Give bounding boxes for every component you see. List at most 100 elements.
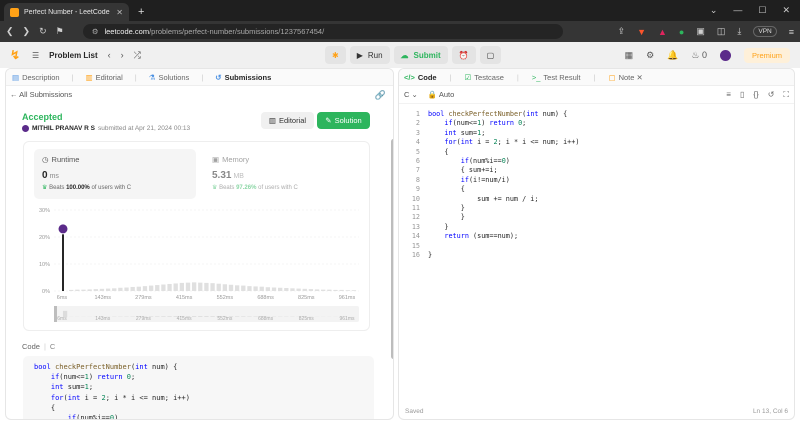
runtime-unit: ms [49,173,59,180]
tab-description[interactable]: ▤ Description [12,73,60,82]
reload-icon[interactable]: ↻ [39,26,47,37]
notifications-icon[interactable]: 🔔 [667,50,678,61]
chart-bar [284,288,289,291]
x-tick-label: 279ms [135,295,152,301]
runtime-beats: ♛ Beats 100.00% of users with C [42,185,132,191]
runtime-value: 0 [42,170,48,181]
brave-shield-icon[interactable]: ▼ [637,27,646,37]
language-select[interactable]: C ⌄ [404,90,418,99]
tab-solutions[interactable]: ⚗ Solutions [149,73,190,82]
edit-icon: ✎ [325,116,332,125]
flask-icon: ⚗ [148,72,156,82]
chart-bar [345,290,350,291]
code-editor[interactable]: 1 bool checkPerfectNumber(int num) {2 if(… [399,107,794,397]
memory-card[interactable]: ▣ Memory 5.31 MB ♛ Beats 97.26% of users w… [204,149,354,199]
url-field[interactable]: ⚙ leetcode.com/problems/perfect-number/s… [82,24,563,39]
browser-tab[interactable]: Perfect Number - LeetCode ✕ [4,3,129,21]
vpn-button[interactable]: VPN [753,26,777,37]
chart-bar [204,282,209,291]
close-window-icon[interactable]: ✕ [782,5,790,16]
bookmark-icon[interactable]: ▯ [740,90,744,100]
chevron-down-icon[interactable]: ⌄ [710,5,718,16]
code-line: if(num<=1) return 0; [444,119,527,128]
user-avatar[interactable] [22,125,29,132]
notes-button[interactable]: ▢ [479,46,502,64]
bookmark-icon[interactable]: ⚑ [56,26,64,37]
close-tab-icon[interactable]: ✕ [116,8,123,17]
site-info-icon[interactable]: ⚙ [92,27,99,36]
all-submissions-link[interactable]: ← All Submissions [10,90,72,99]
chevron-down-icon: ⌄ [411,90,418,99]
back-icon[interactable]: ❮ [6,26,14,37]
chart-bar [130,286,135,291]
mini-bar [167,316,172,317]
download-icon[interactable]: ⤓ [737,26,741,37]
tab-testcase[interactable]: ☑ Testcase [465,73,504,82]
forward-icon[interactable]: ❯ [23,26,31,37]
wallet-icon[interactable]: ▣ [696,26,705,37]
new-tab-icon[interactable]: + [138,6,144,18]
extensions-icon[interactable]: ● [679,27,684,37]
prev-problem-icon[interactable]: ‹ [108,50,111,60]
layout-icon[interactable]: ▦ [625,50,634,61]
share-icon[interactable]: ⇪ [618,26,626,37]
fire-icon: ♨ [691,49,700,60]
mini-bar [204,316,209,317]
chart-bar [167,283,172,291]
tab-editorial[interactable]: ▥ Editorial [86,73,123,82]
submit-button[interactable]: ☁ Submit [393,46,448,64]
sidebar-icon[interactable]: ◫ [717,26,726,37]
debug-button[interactable]: ✱ [325,46,346,64]
minimize-icon[interactable]: — [733,5,742,16]
auto-mode[interactable]: 🔒 Auto [428,90,454,99]
editorial-button[interactable]: ▥ Editorial [261,112,314,129]
user-marker-avatar [57,223,69,235]
tab-note[interactable]: ▢ Note ✕ [608,73,642,82]
lock-icon: 🔒 [427,90,438,99]
trophy-icon: ♛ [212,185,218,191]
shuffle-icon[interactable]: ⤮ [134,50,141,61]
braces-icon[interactable]: {} [753,90,758,100]
link-icon[interactable]: 🔗 [375,90,386,101]
fullscreen-icon[interactable]: ⛶ [783,90,789,100]
settings-icon[interactable]: ⚙ [646,50,654,61]
reset-icon[interactable]: ↺ [768,90,775,100]
tab-test-result[interactable]: >_ Test Result [532,73,581,82]
clock-icon: ◷ [42,155,49,164]
tab-submissions[interactable]: ↺ Submissions [215,73,271,82]
code-line: { [428,147,449,156]
close-icon[interactable]: ✕ [637,73,643,82]
line-number: 8 [415,175,420,184]
scrollbar[interactable] [391,139,393,359]
next-problem-icon[interactable]: › [121,50,124,60]
timer-button[interactable]: ⏰ [451,46,476,64]
leetcode-logo-icon[interactable]: ↯ [10,48,22,62]
history-icon: ↺ [215,72,222,82]
menu-icon[interactable]: ≡ [789,27,794,37]
run-button[interactable]: ▶ Run [349,46,390,64]
brave-rewards-icon[interactable]: ▲ [658,27,667,37]
username[interactable]: MITHIL PRANAV R S [32,125,95,132]
chart-bar [278,287,283,291]
mini-bar [198,316,203,317]
mini-x-tick-label: 825ms [299,316,315,322]
code-snippet: bool checkPerfectNumber(int num) { if(nu… [23,356,374,419]
mini-bar [191,316,197,317]
code-line: if(num<=1) return 0; [50,373,136,382]
problem-list-link[interactable]: Problem List [49,51,97,60]
chart-bar [155,285,160,291]
code-line: for(int i = 2; i * i <= num; i++) [444,138,580,147]
address-bar: ❮ ❯ ↻ ⚑ ⚙ leetcode.com/problems/perfect-… [0,21,800,42]
align-icon[interactable]: ≡ [726,90,731,100]
avatar[interactable] [719,49,731,61]
premium-button[interactable]: Premium [743,47,790,63]
solution-button[interactable]: ✎ Solution [317,112,370,129]
streak-counter[interactable]: ♨ 0 [691,50,707,61]
chart-bar [302,288,307,291]
list-icon[interactable]: ☰ [32,51,39,60]
runtime-card[interactable]: ◷ Runtime 0 ms ♛ Beats 100.00% of users wi… [34,149,196,199]
book-icon: ▥ [268,116,276,125]
maximize-icon[interactable]: ☐ [758,5,766,16]
tab-code[interactable]: </> Code [404,73,437,82]
chart-bar [62,228,64,291]
